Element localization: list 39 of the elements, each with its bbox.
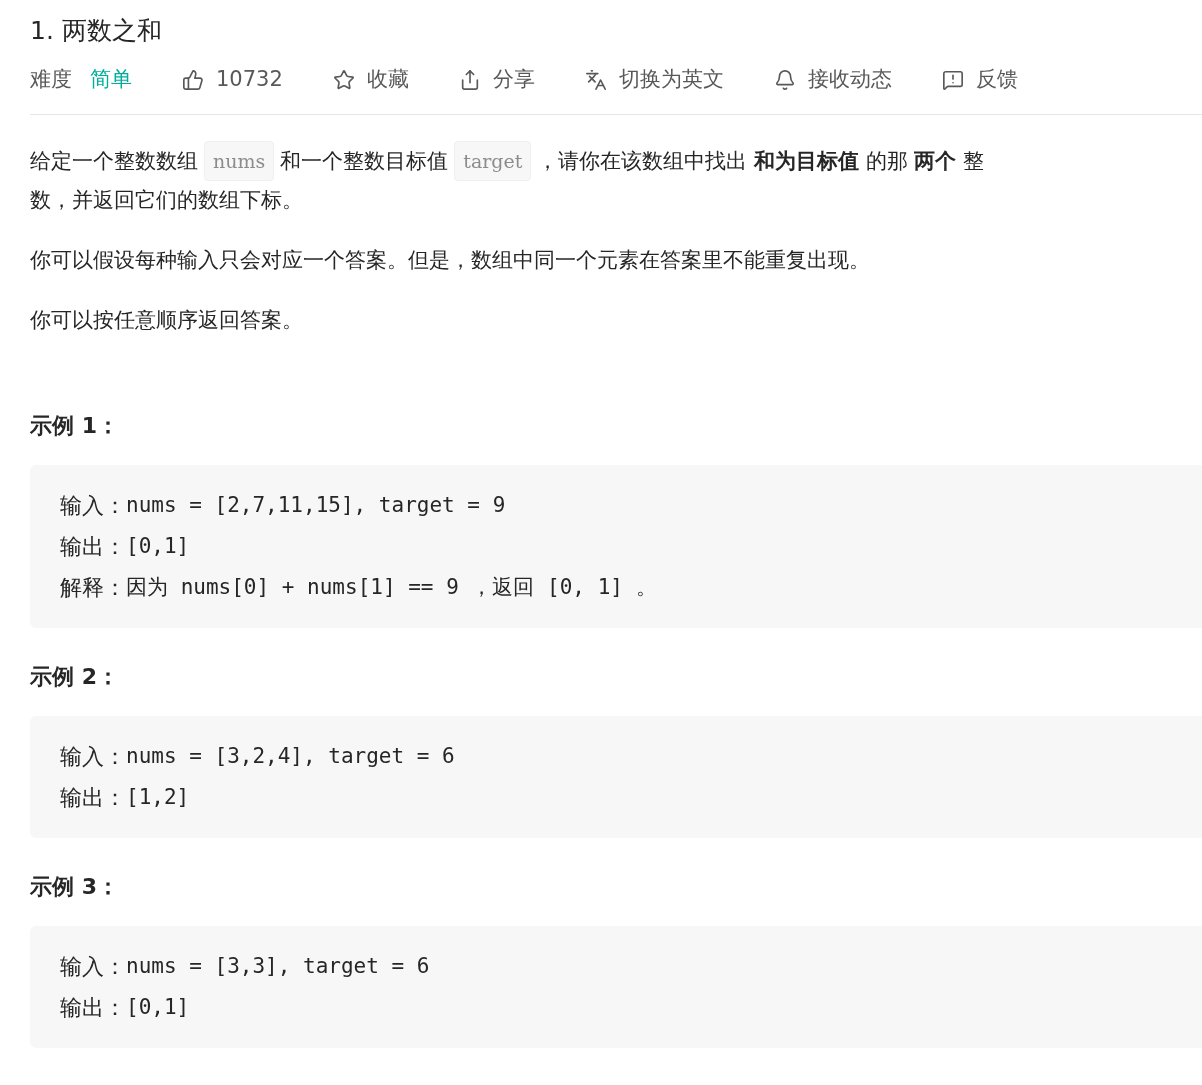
line-label: 输出：	[60, 532, 126, 561]
toolbar-action[interactable]: 反馈	[941, 64, 1018, 96]
problem-title: 1. 两数之和	[30, 15, 163, 47]
line-value: nums = [3,3], target = 6	[126, 952, 430, 980]
line-value: 因为 nums[0] + nums[1] == 9 ，返回 [0, 1] 。	[126, 573, 657, 601]
line-label: 输入：	[60, 742, 126, 771]
difficulty-value: 简单	[90, 66, 132, 93]
inline-code: target	[454, 140, 532, 181]
line-value: [1,2]	[126, 783, 190, 811]
thumbs-up-icon	[182, 68, 204, 91]
line-value: [0,1]	[126, 532, 190, 560]
description-text: 和一个整数目标值	[280, 147, 449, 175]
translate-icon	[584, 68, 607, 91]
toolbar-action[interactable]: 接收动态	[773, 64, 892, 96]
description-text: 给定一个整数数组	[30, 147, 198, 175]
description-text: ，请你在该数组中找出 和为目标值 的那 两个 整	[537, 147, 985, 175]
line-label: 解释：	[60, 573, 126, 602]
description-text: 你可以假设每种输入只会对应一个答案。但是，数组中同一个元素在答案里不能重复出现。	[30, 246, 870, 274]
feedback-icon	[941, 68, 964, 91]
line-label: 输出：	[60, 783, 126, 812]
toolbar-action[interactable]: 10732	[182, 64, 283, 96]
star-icon	[332, 68, 355, 91]
line-value: nums = [2,7,11,15], target = 9	[126, 491, 506, 519]
description-text: 你可以按任意顺序返回答案。	[30, 306, 303, 334]
line-value: [0,1]	[126, 993, 190, 1021]
example-heading: 示例 1：	[30, 411, 120, 440]
bell-icon	[773, 68, 796, 91]
toolbar-action[interactable]: 收藏	[332, 64, 409, 96]
toolbar-action[interactable]: 分享	[458, 64, 535, 96]
line-label: 输入：	[60, 952, 126, 981]
example-heading: 示例 2：	[30, 662, 120, 691]
difficulty-label: 难度	[30, 66, 72, 93]
line-value: nums = [3,2,4], target = 6	[126, 742, 455, 770]
inline-code: nums	[204, 140, 275, 181]
example-heading: 示例 3：	[30, 872, 120, 901]
line-label: 输入：	[60, 491, 126, 520]
line-label: 输出：	[60, 993, 126, 1022]
toolbar-action[interactable]: 切换为英文	[584, 64, 724, 96]
description-text: 数，并返回它们的数组下标。	[30, 186, 303, 214]
